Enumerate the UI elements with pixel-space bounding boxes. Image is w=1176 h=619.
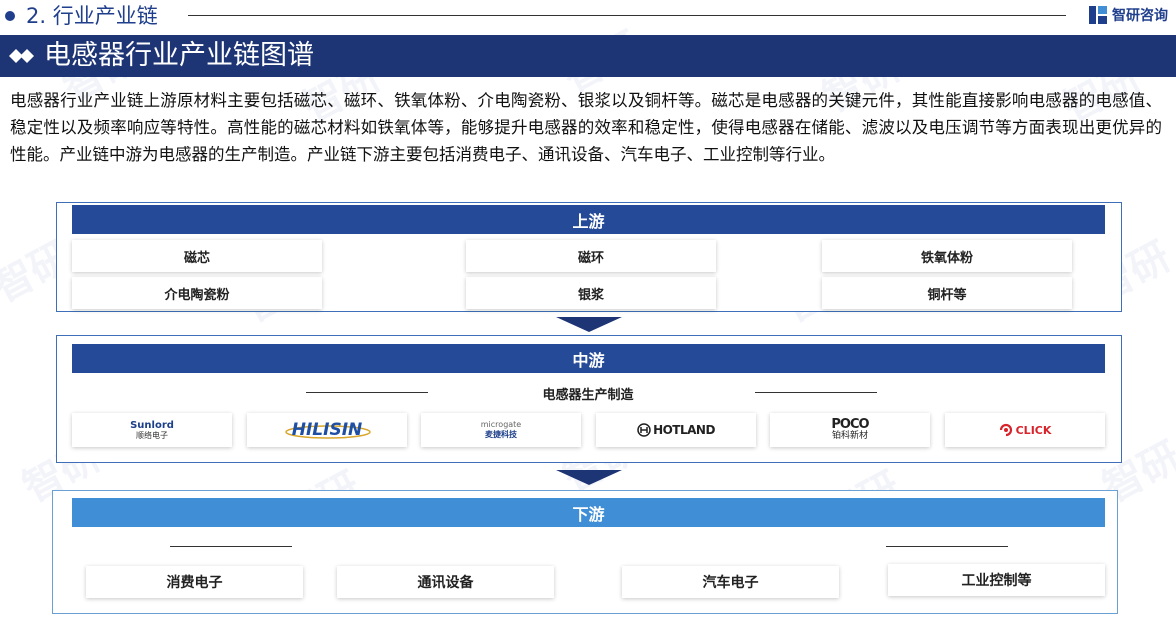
downstream-line-left: [170, 546, 292, 547]
click-logo-text: CLICK: [1015, 423, 1052, 437]
downstream-item: 汽车电子: [622, 566, 839, 598]
downstream-item: 消费电子: [86, 566, 303, 598]
downstream-item: 通讯设备: [337, 566, 554, 598]
title-banner: 电感器行业产业链图谱: [0, 35, 1176, 77]
bullet-dot: [5, 11, 15, 21]
upstream-item: 铜杆等: [822, 277, 1072, 309]
hotland-mark-icon: [637, 423, 651, 437]
click-logo: CLICK: [999, 423, 1052, 437]
microgate-logo-text: microgate: [480, 420, 522, 429]
logo-hotland: HOTLAND: [596, 413, 756, 447]
logo-hilisin: HILISIN: [247, 413, 407, 447]
upstream-item: 铁氧体粉: [822, 240, 1072, 272]
downstream-item: 工业控制等: [888, 564, 1105, 596]
microgate-logo-cn: 麦捷科技: [485, 430, 517, 439]
double-diamond-icon: [9, 49, 34, 63]
click-mark-icon: [999, 423, 1012, 437]
logo-click: CLICK: [945, 413, 1105, 447]
logo-poco: POCO 铂科新材: [770, 413, 930, 447]
intro-paragraph: 电感器行业产业链上游原材料主要包括磁芯、磁环、铁氧体粉、介电陶瓷粉、银浆以及铜杆…: [10, 91, 1162, 164]
brand-logo-group: 智研咨询: [1088, 5, 1168, 25]
upstream-item: 介电陶瓷粉: [72, 277, 322, 309]
logo-microgate: microgate 麦捷科技: [421, 413, 581, 447]
upstream-item: 磁芯: [72, 240, 322, 272]
downstream-line-right: [886, 546, 1008, 547]
midstream-line-left: [306, 392, 428, 393]
hotland-logo-text: HOTLAND: [653, 423, 715, 437]
down-arrow-icon: [556, 317, 622, 332]
upstream-item: 银浆: [466, 277, 716, 309]
page-title: 电感器行业产业链图谱: [44, 40, 314, 71]
hotland-logo: HOTLAND: [637, 423, 715, 437]
poco-logo-cn: 铂科新材: [831, 431, 868, 441]
logo-sunlord: Sunlord 顺络电子: [72, 413, 232, 447]
section-title: 2. 行业产业链: [26, 4, 158, 28]
midstream-header: 中游: [72, 344, 1105, 373]
hilisin-logo-text: HILISIN: [291, 420, 363, 440]
top-header: 2. 行业产业链 智研咨询: [0, 0, 1176, 32]
sunlord-logo-cn: 顺络电子: [136, 430, 168, 440]
down-arrow-icon: [556, 470, 622, 485]
header-divider: [188, 15, 1066, 16]
brand-logo-icon: [1089, 6, 1107, 24]
brand-name: 智研咨询: [1112, 8, 1168, 24]
sunlord-logo-text: Sunlord: [130, 419, 174, 431]
downstream-header: 下游: [72, 498, 1105, 527]
upstream-header: 上游: [72, 205, 1105, 234]
upstream-item: 磁环: [466, 240, 716, 272]
midstream-line-right: [755, 392, 877, 393]
poco-logo-text: POCO: [831, 417, 869, 432]
midstream-subtitle: 电感器生产制造: [542, 388, 634, 403]
